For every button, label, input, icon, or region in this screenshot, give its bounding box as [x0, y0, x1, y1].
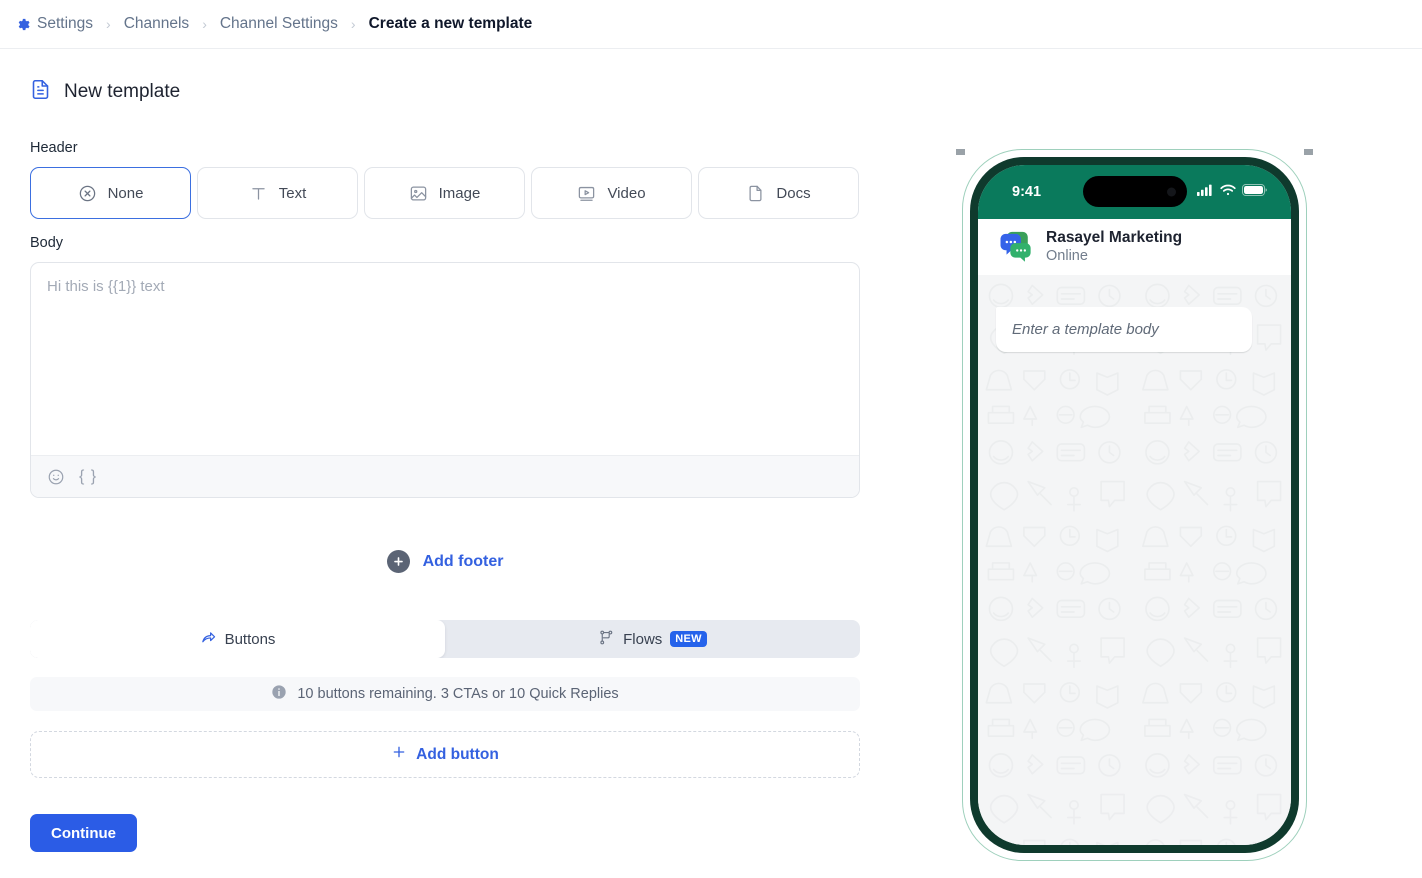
tab-label: Buttons: [224, 630, 276, 648]
add-footer-label: Add footer: [422, 552, 504, 570]
circle-x-icon: [78, 184, 97, 203]
power-button: [1293, 363, 1297, 439]
video-icon: [577, 184, 596, 203]
info-icon: [271, 684, 287, 704]
body-section-label: Body: [30, 235, 64, 251]
frame-tick-right: [1304, 149, 1313, 155]
chat-contact-name: Rasayel Marketing: [1046, 228, 1183, 246]
variable-braces-icon[interactable]: { }: [79, 468, 97, 486]
plus-circle-icon: [386, 550, 410, 573]
add-button-label: Add button: [416, 745, 499, 763]
add-button-row[interactable]: Add button: [30, 731, 860, 778]
volume-down-button: [972, 397, 976, 449]
new-badge: NEW: [670, 631, 707, 647]
breadcrumb-label: Create a new template: [368, 15, 533, 32]
share-arrow-icon: [200, 629, 217, 650]
tab-label: Flows: [623, 630, 663, 648]
header-option-label: None: [107, 184, 144, 202]
header-option-none[interactable]: None: [30, 167, 191, 219]
add-footer-button[interactable]: Add footer: [30, 550, 860, 573]
header-option-video[interactable]: Video: [531, 167, 692, 219]
message-text: Enter a template body: [1012, 321, 1159, 338]
phone-mockup: 9:41 Rasayel Marketing Online Enter a te…: [956, 149, 1313, 861]
volume-up-button: [972, 333, 976, 385]
wifi-icon: [1220, 183, 1236, 201]
body-editor-toolbar: { }: [31, 455, 859, 497]
front-camera-icon: [1166, 187, 1176, 196]
body-section: Body Hi this is {{1}} text { }: [30, 235, 900, 498]
breadcrumb-label: Settings: [37, 15, 94, 32]
plus-icon: [391, 744, 407, 765]
chat-header: Rasayel Marketing Online: [978, 219, 1291, 275]
chat-contact-status: Online: [1046, 248, 1088, 265]
header-option-label: Video: [607, 184, 646, 202]
template-preview: 9:41 Rasayel Marketing Online Enter a te…: [900, 49, 1422, 861]
header-section-label: Header: [30, 140, 78, 156]
message-bubble: Enter a template body: [996, 307, 1252, 352]
breadcrumb-separator: ›: [202, 16, 207, 32]
header-option-text[interactable]: Text: [197, 167, 358, 219]
phone-screen: 9:41 Rasayel Marketing Online Enter a te…: [978, 165, 1291, 845]
breadcrumb: Settings › Channels › Channel Settings ›…: [0, 0, 1422, 49]
dynamic-island: [1082, 176, 1187, 207]
text-t-icon: [249, 184, 268, 203]
info-text: 10 buttons remaining. 3 CTAs or 10 Quick…: [297, 686, 619, 702]
tab-buttons[interactable]: Buttons: [30, 620, 445, 658]
buttons-info-strip: 10 buttons remaining. 3 CTAs or 10 Quick…: [30, 677, 860, 711]
emoji-icon[interactable]: [47, 468, 65, 486]
buttons-flows-tabs: Buttons Flows NEW: [30, 620, 860, 658]
header-option-image[interactable]: Image: [364, 167, 525, 219]
breadcrumb-separator: ›: [106, 16, 111, 32]
rasayel-logo-icon: [996, 228, 1034, 266]
breadcrumb-item-channels[interactable]: Channels: [121, 15, 193, 33]
status-icons: [1197, 183, 1267, 201]
header-option-label: Text: [278, 184, 307, 202]
template-form: New template Header None Text Image Vide…: [0, 49, 900, 852]
breadcrumb-label: Channels: [123, 15, 190, 32]
body-editor[interactable]: Hi this is {{1}} text { }: [30, 262, 860, 498]
continue-button[interactable]: Continue: [30, 814, 137, 852]
frame-tick-left: [956, 149, 965, 155]
document-icon: [30, 79, 51, 105]
breadcrumb-label: Channel Settings: [219, 15, 338, 32]
header-option-label: Docs: [776, 184, 811, 202]
body-textarea[interactable]: Hi this is {{1}} text: [31, 263, 859, 455]
phone-bezel: 9:41 Rasayel Marketing Online Enter a te…: [970, 157, 1299, 853]
cellular-signal-icon: [1197, 183, 1214, 201]
flow-branch-icon: [598, 629, 615, 650]
page-title: New template: [30, 79, 900, 105]
gear-icon: [15, 17, 30, 32]
status-bar: 9:41: [978, 165, 1291, 219]
silent-switch: [972, 281, 976, 309]
breadcrumb-separator: ›: [350, 16, 356, 32]
tab-flows[interactable]: Flows NEW: [445, 620, 860, 658]
header-option-docs[interactable]: Docs: [698, 167, 859, 219]
header-option-label: Image: [438, 184, 481, 202]
header-type-options: None Text Image Video Docs: [30, 167, 900, 219]
chat-body: Enter a template body: [978, 275, 1291, 845]
chat-header-text: Rasayel Marketing Online: [1046, 228, 1182, 266]
document-icon: [746, 184, 765, 203]
breadcrumb-item-channel-settings[interactable]: Channel Settings: [217, 15, 341, 33]
battery-icon: [1242, 183, 1267, 201]
breadcrumb-item-settings[interactable]: Settings: [12, 15, 96, 33]
whatsapp-doodle-background: [978, 275, 1291, 845]
image-icon: [409, 184, 428, 203]
breadcrumb-item-create-template: Create a new template: [366, 15, 536, 33]
status-time: 9:41: [1012, 184, 1042, 200]
page-title-label: New template: [64, 81, 181, 102]
